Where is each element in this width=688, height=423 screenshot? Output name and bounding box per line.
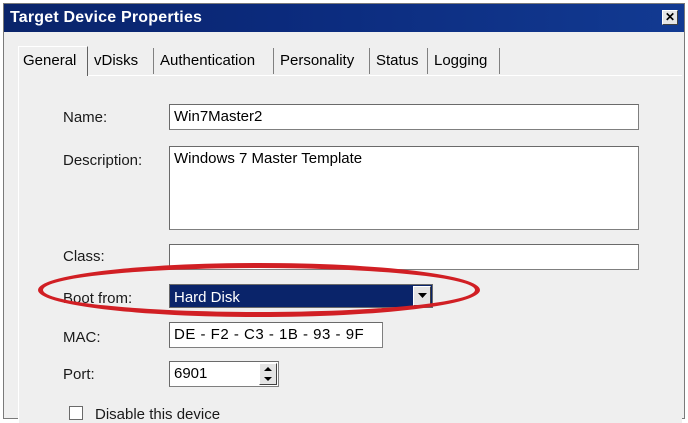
arrow-down-icon[interactable] xyxy=(260,374,276,384)
port-spinner[interactable] xyxy=(259,363,277,385)
arrow-up-icon[interactable] xyxy=(260,364,276,374)
close-button[interactable]: ✕ xyxy=(662,10,678,25)
port-value: 6901 xyxy=(174,365,208,382)
class-label: Class: xyxy=(63,248,105,265)
boot-from-label: Boot from: xyxy=(63,290,133,307)
tab-status[interactable]: Status xyxy=(372,48,428,74)
disable-device-checkbox[interactable] xyxy=(69,406,83,420)
tab-general[interactable]: General xyxy=(18,46,88,76)
class-field[interactable] xyxy=(169,244,639,270)
properties-dialog: Target Device Properties ✕ General vDisk… xyxy=(3,3,685,423)
name-field[interactable]: Win7Master2 xyxy=(169,104,639,130)
disable-device-label: Disable this device xyxy=(95,406,221,423)
mac-label: MAC: xyxy=(63,329,101,346)
boot-from-select[interactable]: Hard Disk xyxy=(169,284,433,308)
chevron-down-icon[interactable] xyxy=(413,286,431,306)
window-title: Target Device Properties xyxy=(10,9,203,26)
title-bar[interactable]: Target Device Properties ✕ xyxy=(4,4,684,32)
description-field[interactable]: Windows 7 Master Template xyxy=(169,146,639,230)
name-label: Name: xyxy=(63,109,108,126)
general-panel: Name: Win7Master2 Description: Windows 7… xyxy=(18,75,682,423)
tab-authentication[interactable]: Authentication xyxy=(156,48,274,74)
description-label: Description: xyxy=(63,152,143,169)
tab-personality[interactable]: Personality xyxy=(276,48,370,74)
boot-from-value: Hard Disk xyxy=(174,289,240,306)
port-label: Port: xyxy=(63,366,95,383)
tab-logging[interactable]: Logging xyxy=(430,48,500,74)
mac-field[interactable]: DE - F2 - C3 - 1B - 93 - 9F xyxy=(169,322,383,348)
tab-vdisks[interactable]: vDisks xyxy=(90,48,154,74)
